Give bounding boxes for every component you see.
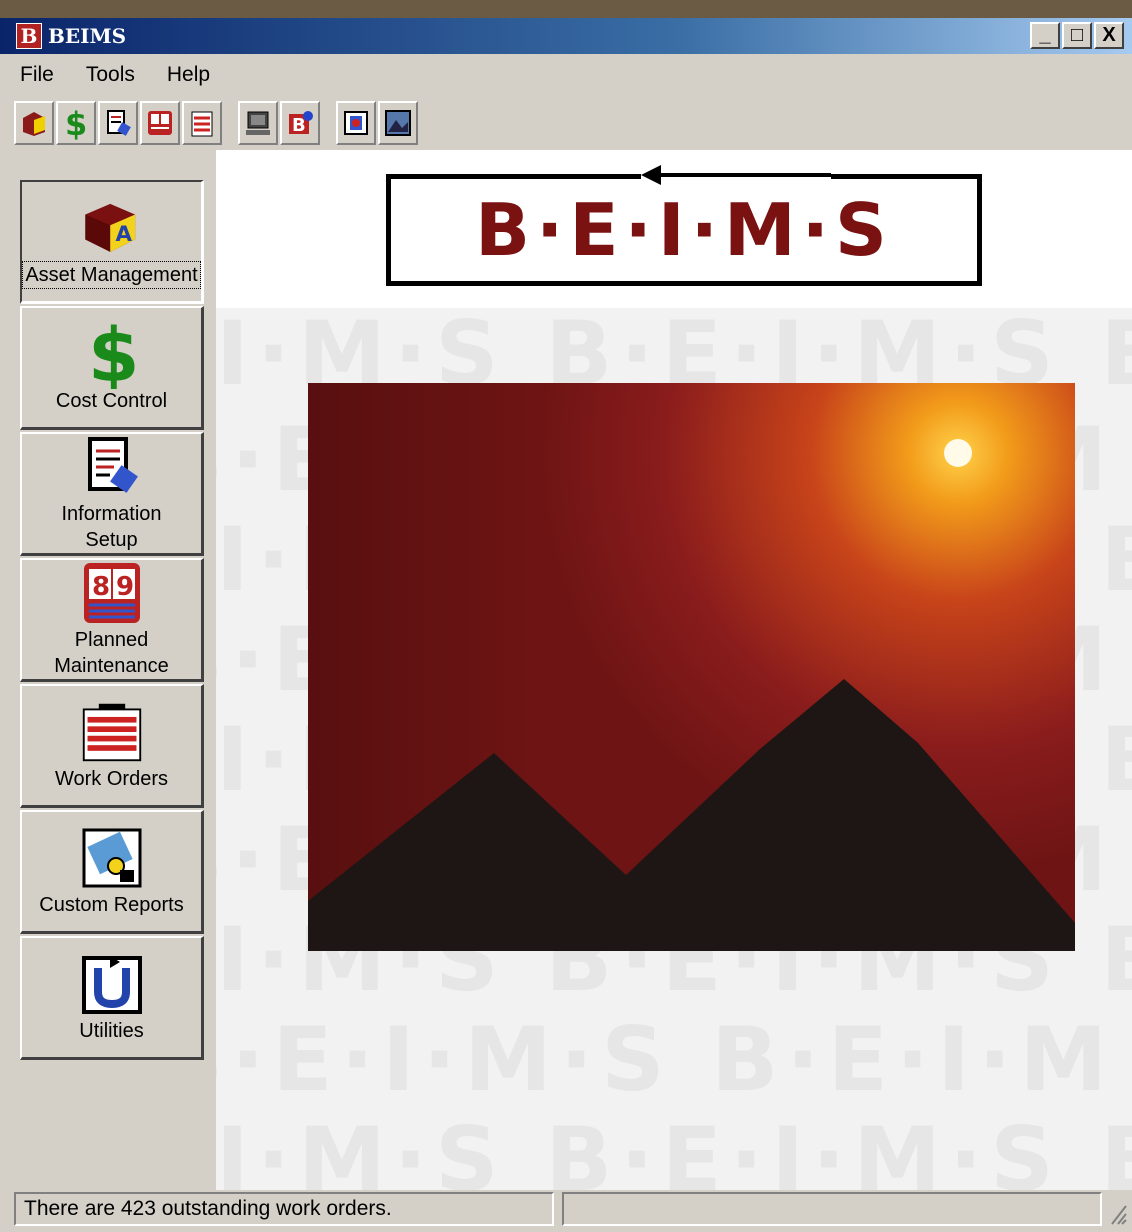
- minimize-button[interactable]: _: [1030, 22, 1060, 49]
- toolbar-beims-button[interactable]: B: [280, 101, 320, 145]
- information-setup-button[interactable]: Information Setup: [20, 432, 204, 556]
- menu-tools[interactable]: Tools: [80, 61, 141, 89]
- logo-text: B·E·I·M·S: [475, 188, 893, 272]
- cost-control-icon: $: [65, 106, 87, 140]
- watermark-row: I·M·S B·E·I·M·S B·E: [216, 1108, 1132, 1190]
- information-setup-icon: [107, 110, 131, 136]
- menu-bar: File Tools Help: [0, 56, 1132, 94]
- svg-text:8: 8: [92, 572, 110, 602]
- cost-control-button[interactable]: $ Cost Control: [20, 306, 204, 430]
- work-orders-button[interactable]: Work Orders: [20, 684, 204, 808]
- computer-icon: [246, 111, 270, 135]
- menu-help[interactable]: Help: [161, 61, 216, 89]
- calendar-icon: 8 9: [83, 562, 140, 623]
- utilities-icon: [81, 955, 142, 1014]
- asset-management-label: Asset Management: [22, 260, 201, 289]
- status-secondary: [562, 1192, 1102, 1226]
- pyramids-sunset-image: [308, 383, 1075, 951]
- toolbar-info-button[interactable]: [98, 101, 138, 145]
- resize-grip-icon[interactable]: [1102, 1192, 1128, 1226]
- toolbar-computer-button[interactable]: [238, 101, 278, 145]
- custom-reports-label: Custom Reports: [39, 893, 184, 916]
- svg-text:A: A: [115, 222, 132, 247]
- beims-icon: B: [289, 111, 313, 136]
- utilities-label: Utilities: [79, 1019, 144, 1042]
- dollar-icon: $: [88, 319, 140, 389]
- svg-text:9: 9: [116, 572, 134, 602]
- svg-text:$: $: [88, 319, 140, 389]
- status-message: There are 423 outstanding work orders.: [14, 1192, 554, 1226]
- asset-management-icon: [23, 112, 45, 136]
- svg-text:$: $: [65, 106, 87, 140]
- asset-cube-icon: A: [84, 203, 135, 252]
- toolbar-workorders-button[interactable]: [182, 101, 222, 145]
- title-bar[interactable]: B BEIMS _ □ X: [0, 18, 1132, 54]
- module-sidebar: A Asset Management $ Cost Control Inform…: [20, 180, 206, 1062]
- window-controls: _ □ X: [1030, 22, 1124, 49]
- toolbar-cost-button[interactable]: $: [56, 101, 96, 145]
- menu-file[interactable]: File: [14, 61, 60, 89]
- utilities-button[interactable]: Utilities: [20, 936, 204, 1060]
- information-setup-label: Information Setup: [61, 502, 162, 551]
- close-button[interactable]: X: [1094, 22, 1124, 49]
- work-orders-icon: [191, 111, 213, 137]
- asset-management-button[interactable]: A Asset Management: [20, 180, 204, 304]
- toolbar-planned-button[interactable]: [140, 101, 180, 145]
- report-icon: [82, 828, 141, 887]
- status-bar: There are 423 outstanding work orders.: [14, 1192, 1132, 1228]
- desktop-strip: [0, 0, 1132, 18]
- planned-maintenance-button[interactable]: 8 9 Planned Maintenance: [20, 558, 204, 682]
- custom-reports-button[interactable]: Custom Reports: [20, 810, 204, 934]
- image-icon: [385, 110, 411, 136]
- toolbar-asset-button[interactable]: [14, 101, 54, 145]
- planned-maintenance-icon: [148, 111, 172, 135]
- report-icon: [344, 111, 368, 135]
- logo-arrow-icon: [641, 165, 831, 185]
- main-content: I·M·S B·E·I·M·S B·E B·E·I·M·S B·E·I·M I·…: [216, 150, 1132, 1190]
- beims-logo: B·E·I·M·S: [386, 165, 982, 286]
- app-icon[interactable]: B: [16, 23, 42, 49]
- watermark-row: B·E·I·M·S B·E·I·M: [216, 1008, 1116, 1111]
- toolbar: $ B: [14, 98, 420, 148]
- toolbar-image-button[interactable]: [378, 101, 418, 145]
- maximize-button[interactable]: □: [1062, 22, 1092, 49]
- clipboard-icon: [82, 703, 141, 761]
- window-title: BEIMS: [48, 24, 127, 48]
- planned-maintenance-label: Planned Maintenance: [54, 628, 169, 677]
- cost-control-label: Cost Control: [55, 389, 168, 412]
- document-icon: [87, 436, 138, 493]
- work-orders-label: Work Orders: [55, 767, 168, 790]
- toolbar-report-button[interactable]: [336, 101, 376, 145]
